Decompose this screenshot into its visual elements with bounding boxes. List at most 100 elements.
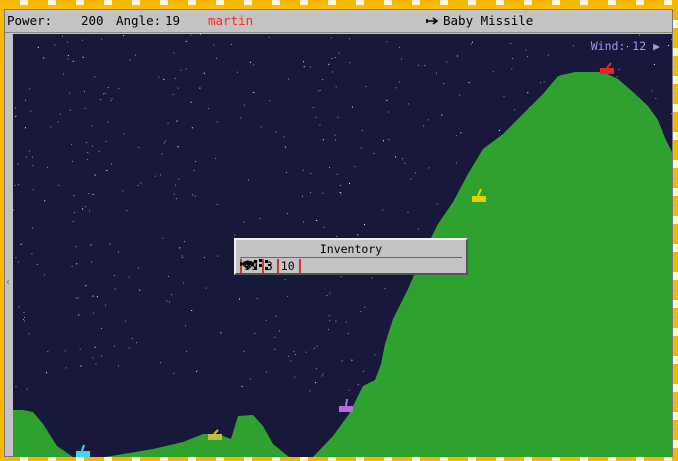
star: [417, 228, 419, 230]
star: [427, 119, 429, 121]
star: [137, 184, 139, 186]
star: [275, 315, 277, 317]
star: [345, 321, 347, 323]
star: [290, 360, 292, 362]
star: [185, 325, 186, 327]
star: [44, 274, 46, 276]
star: [186, 350, 188, 352]
star: [274, 336, 276, 338]
inventory-item-cluster[interactable]: 3: [251, 259, 277, 273]
star: [309, 390, 311, 392]
star: [78, 314, 80, 316]
star: [274, 348, 276, 350]
star: [190, 101, 192, 103]
weapon-name[interactable]: Baby Missile: [443, 10, 533, 32]
inventory-item-parachute[interactable]: 10: [241, 259, 301, 273]
star: [59, 113, 61, 115]
star: [166, 300, 168, 302]
star: [388, 139, 390, 141]
star: [182, 257, 184, 258]
battlefield[interactable]: Wind: 12 ▶ Inventory 99 3 10: [13, 34, 672, 457]
star: [203, 72, 205, 74]
star: [77, 297, 79, 299]
star: [386, 41, 388, 43]
star: [123, 35, 125, 37]
star: [455, 135, 457, 137]
star: [94, 346, 96, 348]
star: [47, 351, 49, 353]
star: [283, 136, 285, 138]
star: [185, 68, 187, 70]
star: [459, 94, 461, 96]
star: [190, 34, 192, 36]
star: [17, 163, 19, 165]
star: [177, 87, 179, 89]
star: [241, 385, 243, 387]
star: [67, 55, 69, 57]
star: [418, 64, 420, 66]
star: [65, 367, 67, 369]
star: [162, 237, 164, 239]
star: [331, 57, 333, 59]
star: [26, 388, 28, 390]
star: [321, 375, 323, 377]
star: [288, 78, 290, 80]
star: [193, 169, 195, 171]
star: [310, 192, 311, 194]
star: [399, 46, 401, 48]
star: [101, 355, 103, 357]
star: [71, 266, 73, 268]
star: [525, 49, 527, 51]
star: [510, 42, 512, 44]
star: [322, 139, 324, 141]
star: [126, 210, 128, 211]
star: [66, 41, 68, 43]
star: [75, 246, 77, 248]
star: [348, 389, 350, 391]
star: [14, 107, 16, 109]
star: [302, 169, 304, 171]
star: [17, 261, 19, 263]
star: [275, 131, 277, 133]
star: [460, 132, 462, 134]
star: [173, 193, 175, 195]
star: [287, 355, 289, 357]
star: [167, 275, 169, 277]
star: [407, 103, 409, 105]
star: [364, 306, 366, 308]
star: [259, 217, 261, 219]
star: [107, 87, 109, 88]
star: [125, 320, 127, 322]
star: [395, 156, 397, 158]
star: [284, 146, 286, 148]
star: [423, 125, 425, 127]
star: [69, 92, 70, 94]
star: [92, 357, 94, 359]
arrow-right-icon: ▶: [653, 39, 660, 53]
star: [315, 116, 317, 118]
star: [266, 371, 267, 373]
star: [163, 78, 165, 80]
star: [107, 121, 109, 123]
star: [178, 178, 180, 180]
star: [616, 76, 618, 78]
star: [319, 124, 321, 126]
star: [20, 243, 22, 245]
star: [160, 362, 162, 364]
star: [254, 332, 256, 334]
star: [361, 129, 363, 131]
star: [639, 34, 640, 36]
star: [349, 38, 350, 40]
star: [309, 66, 311, 68]
star: [441, 114, 443, 116]
star: [110, 100, 112, 102]
wind-indicator: Wind: 12 ▶: [591, 39, 660, 53]
star: [407, 212, 409, 213]
star: [215, 157, 217, 159]
status-bar: Power: 200 Angle: 19 martin Baby Missile: [5, 10, 672, 33]
star: [332, 71, 334, 73]
star: [338, 52, 340, 54]
star: [365, 86, 367, 87]
star: [248, 179, 249, 181]
star: [287, 295, 289, 297]
